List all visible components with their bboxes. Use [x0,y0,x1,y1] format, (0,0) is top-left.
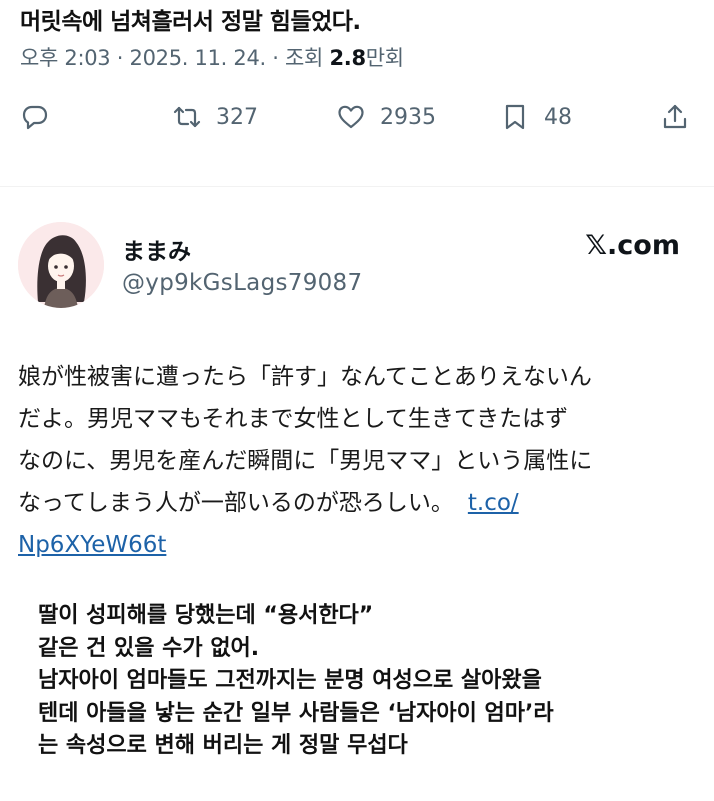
quoted-text-line: Np6XYeW66t [18,524,708,566]
divider [0,186,714,187]
quoted-author-handle[interactable]: @yp9kGsLags79087 [122,270,362,296]
retweet-count: 327 [216,104,258,130]
tweet-text-last-line: 머릿속에 넘쳐흘러서 정말 힘들었다. [20,9,361,35]
quoted-text-line-part: なってしまう人が一部いるのが恐ろしい。 [18,490,454,516]
reply-button[interactable] [20,102,50,132]
translation-line: 딸이 성피해를 당했는데 “용서한다” [38,603,374,628]
tweet-link-continued[interactable]: Np6XYeW66t [18,532,166,558]
share-icon [663,104,687,129]
like-count: 2935 [380,104,436,130]
heart-icon [338,105,364,129]
quoted-text-line: 娘が性被害に遭ったら「許す」なんてことありえないん [18,364,592,390]
avatar[interactable] [18,222,104,308]
translation-line: 같은 건 있을 수가 없어. [38,635,260,661]
meta-separator: · [110,46,130,70]
bookmark-icon [505,104,525,130]
translation-line: 는 속성으로 변해 버리는 게 정말 무섭다 [38,733,408,758]
quoted-tweet-text: 娘が性被害に遭ったら「許す」なんてことありえないん だよ。男児ママもそれまで女性… [18,356,708,566]
views-count: 2.8 [329,46,366,70]
translation-line: 텐데 아들을 낳는 순간 일부 사람들은 ‘남자아이 엄마’라 [38,700,554,726]
tweet-link[interactable]: t.co/ [468,490,519,516]
like-button[interactable]: 2935 [336,102,436,132]
quoted-text-line: なのに、男児を産んだ瞬間に「男児ママ」という属性に [18,448,593,474]
quoted-text-line: なってしまう人が一部いるのが恐ろしい。 t.co/ [18,482,708,524]
tweet-time[interactable]: 오후 2:03 [20,46,111,70]
retweet-icon [173,106,201,128]
translation-text: 딸이 성피해를 당했는데 “용서한다” 같은 건 있을 수가 없어. 남자아이 … [38,600,708,763]
meta-separator: · [265,46,286,70]
action-bar: 327 2935 48 [0,102,714,142]
tweet-date[interactable]: 2025. 11. 24. [130,46,267,70]
source-label: 𝕏.com [585,230,680,261]
translation-line: 남자아이 엄마들도 그전까지는 분명 여성으로 살아왔을 [38,668,542,693]
tweet-meta: 오후 2:03 · 2025. 11. 24. · 조회 2.8만회 [20,42,404,72]
bookmark-count: 48 [544,104,572,130]
reply-icon [22,105,48,130]
quoted-author-name[interactable]: ままみ [122,232,191,266]
bookmark-button[interactable]: 48 [500,102,572,132]
share-button[interactable] [660,102,690,132]
views-label: 조회 [285,46,330,70]
views-unit: 만회 [365,46,404,70]
avatar-illustration [18,222,104,308]
quoted-text-line: だよ。男児ママもそれまで女性として生きてきたはず [18,406,569,432]
retweet-button[interactable]: 327 [172,102,258,132]
